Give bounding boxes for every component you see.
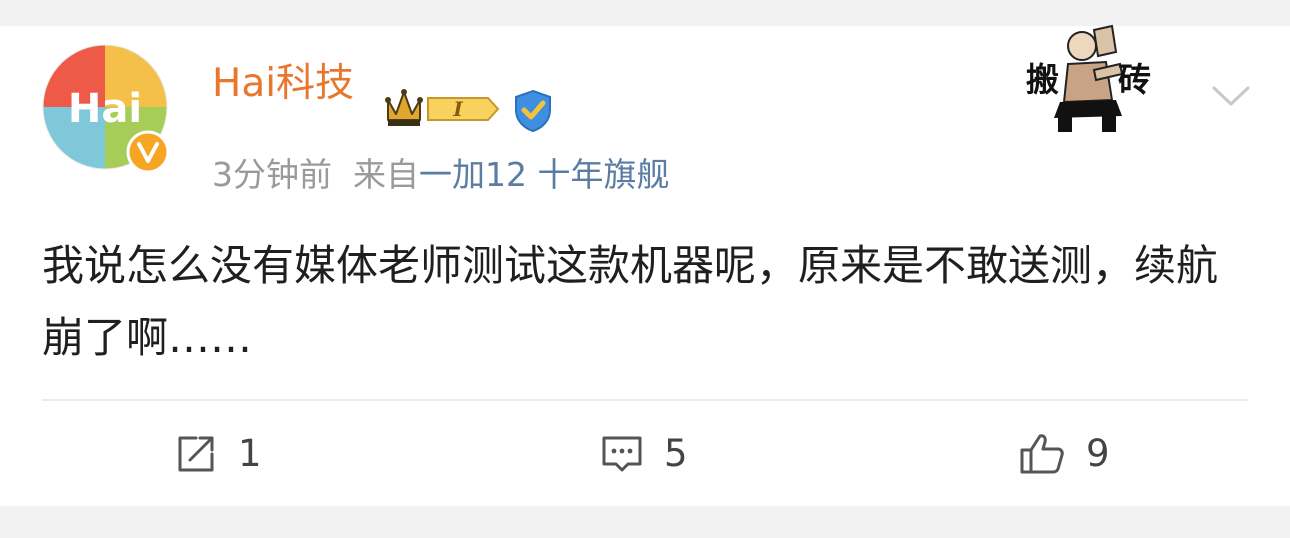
divider bbox=[42, 399, 1248, 401]
crown-badge-icon[interactable]: I bbox=[382, 84, 502, 134]
post-time: 3分钟前 bbox=[212, 155, 332, 194]
verified-v-icon bbox=[126, 130, 170, 174]
blue-shield-icon[interactable] bbox=[510, 88, 556, 134]
comment-button[interactable]: 5 bbox=[600, 424, 688, 484]
source-prefix: 来自 bbox=[352, 155, 419, 194]
like-count: 9 bbox=[1086, 432, 1110, 475]
repost-count: 1 bbox=[238, 432, 262, 475]
post-meta: 3分钟前 来自一加12 十年旗舰 bbox=[212, 150, 669, 200]
avatar-text: Hai bbox=[68, 86, 142, 132]
username[interactable]: Hai科技 bbox=[212, 56, 354, 112]
sticker-label-left: 搬 bbox=[1026, 60, 1059, 99]
chevron-down-icon[interactable] bbox=[1208, 80, 1254, 110]
post-text: 我说怎么没有媒体老师测试这款机器呢，原来是不敢送测，续航崩了啊…… bbox=[42, 241, 1219, 362]
badge-level: I bbox=[452, 97, 463, 121]
sticker-label-right: 砖 bbox=[1118, 60, 1151, 99]
repost-icon bbox=[178, 436, 214, 472]
comment-icon bbox=[602, 436, 642, 472]
sticker-image: 搬 砖 bbox=[1024, 24, 1156, 138]
repost-button[interactable]: 1 bbox=[174, 424, 262, 484]
top-gap bbox=[0, 0, 1290, 26]
comment-count: 5 bbox=[664, 432, 688, 475]
like-button[interactable]: 9 bbox=[1018, 424, 1110, 484]
like-icon bbox=[1020, 434, 1064, 474]
bottom-gap bbox=[0, 506, 1290, 538]
source-device[interactable]: 一加12 十年旗舰 bbox=[419, 155, 669, 194]
